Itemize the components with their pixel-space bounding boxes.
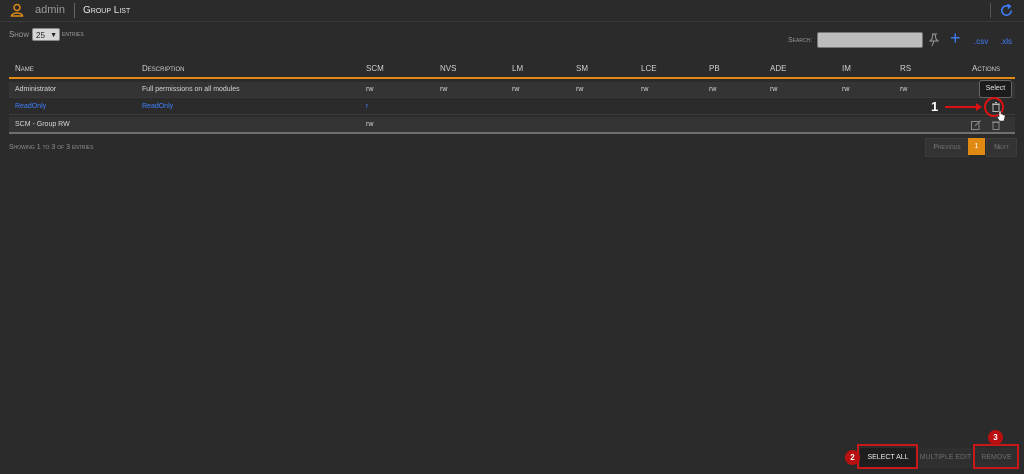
column-header-scm[interactable]: SCM — [366, 64, 384, 73]
multiple-edit-button[interactable]: MULTIPLE EDIT — [919, 448, 972, 468]
pagination-page-1[interactable]: 1 — [968, 138, 985, 155]
page-size-select[interactable]: 25 ▼ — [32, 28, 60, 41]
cell-im: rw — [842, 86, 850, 93]
pagination-previous[interactable]: Previous — [925, 138, 969, 157]
cell-rs: rw — [900, 86, 908, 93]
column-header-actions: Actions — [972, 64, 1001, 73]
page-size-value: 25 — [36, 31, 45, 40]
chevron-down-icon: ▼ — [50, 32, 57, 39]
divider — [74, 3, 75, 18]
cell-name: Administrator — [15, 86, 57, 93]
select-tooltip: Select — [979, 80, 1012, 98]
pagination-next[interactable]: Next — [986, 138, 1017, 157]
entries-label: entries — [62, 31, 84, 38]
column-header-lce[interactable]: LCE — [641, 64, 657, 73]
cell-scm: rw — [366, 86, 374, 93]
user-icon — [10, 3, 24, 17]
cell-name[interactable]: ReadOnly — [15, 103, 46, 110]
table-info: Showing 1 to 3 of 3 entries — [9, 144, 94, 151]
page-title: Group List — [83, 5, 131, 16]
cell-description[interactable]: ReadOnly — [142, 103, 173, 110]
cell-scm: r — [366, 103, 369, 110]
search-label: Search: — [788, 37, 813, 44]
column-header-rs[interactable]: RS — [900, 64, 911, 73]
annotation-badge-2: 2 — [845, 450, 860, 465]
divider — [990, 3, 991, 18]
column-header-sm[interactable]: SM — [576, 64, 588, 73]
search-input[interactable] — [817, 32, 923, 48]
cell-lce: rw — [641, 86, 649, 93]
add-icon[interactable]: + — [950, 29, 963, 47]
annotation-arrow-head — [976, 103, 982, 111]
cursor-icon — [996, 110, 1006, 122]
table-footer-line — [9, 132, 1015, 134]
column-header-pb[interactable]: PB — [709, 64, 720, 73]
export-xls-link[interactable]: .xls — [1000, 37, 1012, 46]
annotation-box-select-all — [857, 444, 918, 469]
cell-description: Full permissions on all modules — [142, 86, 240, 93]
column-header-description[interactable]: Description — [142, 64, 184, 73]
cell-scm: rw — [366, 121, 374, 128]
annotation-badge-3: 3 — [988, 430, 1003, 445]
cell-lm: rw — [512, 86, 520, 93]
table-header: Name Description SCM NVS LM SM LCE PB AD… — [9, 58, 1015, 79]
column-header-im[interactable]: IM — [842, 64, 851, 73]
column-header-ade[interactable]: ADE — [770, 64, 786, 73]
export-csv-link[interactable]: .csv — [974, 37, 988, 46]
column-header-nvs[interactable]: NVS — [440, 64, 456, 73]
edit-icon[interactable] — [971, 120, 981, 130]
annotation-arrow-line — [945, 106, 977, 108]
column-header-name[interactable]: Name — [15, 64, 34, 73]
cell-ade: rw — [770, 86, 778, 93]
table-row[interactable]: Administrator Full permissions on all mo… — [9, 82, 1015, 98]
refresh-icon[interactable] — [999, 3, 1014, 18]
cell-name: SCM - Group RW — [15, 121, 70, 128]
column-header-lm[interactable]: LM — [512, 64, 523, 73]
annotation-number-1: 1 — [931, 99, 939, 114]
annotation-box-remove — [973, 444, 1019, 469]
table-row[interactable]: SCM - Group RW rw — [9, 117, 1015, 133]
cell-nvs: rw — [440, 86, 448, 93]
cell-pb: rw — [709, 86, 717, 93]
username: admin — [35, 4, 65, 16]
top-bar: admin Group List — [0, 0, 1024, 22]
table-row[interactable]: ReadOnly ReadOnly r — [9, 99, 1015, 115]
cell-sm: rw — [576, 86, 584, 93]
show-label: Show — [9, 30, 29, 39]
pin-icon[interactable] — [928, 33, 940, 47]
